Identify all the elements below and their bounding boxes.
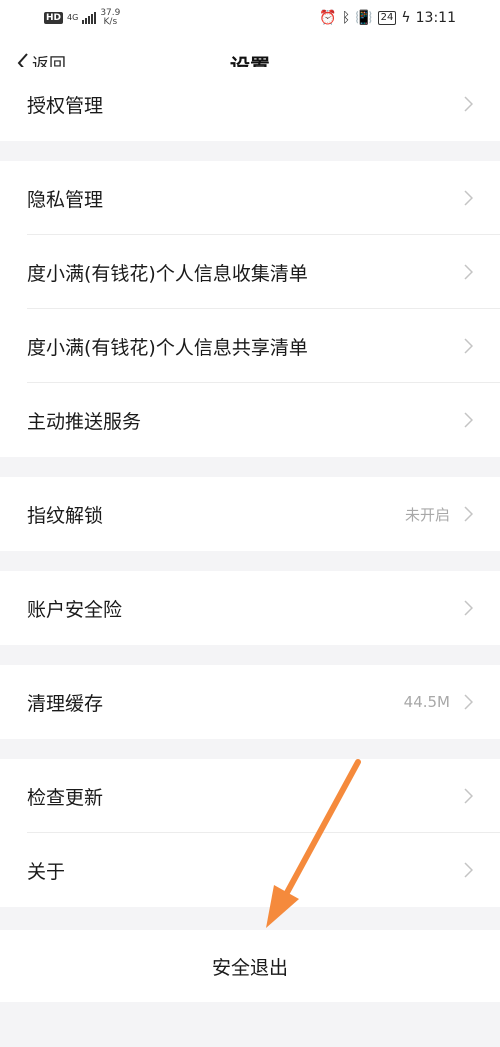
settings-item-label: 度小满(有钱花)个人信息收集清单	[27, 262, 308, 285]
settings-group-about: 检查更新 关于	[0, 759, 500, 907]
logout-button[interactable]: 安全退出	[0, 930, 500, 1002]
settings-item-label: 关于	[27, 860, 66, 883]
settings-item-label: 指纹解锁	[27, 504, 104, 527]
battery-level: 24	[377, 11, 397, 25]
settings-item-info-sharing-list[interactable]: 度小满(有钱花)个人信息共享清单	[0, 309, 500, 383]
chevron-right-icon	[464, 600, 473, 616]
status-left: HD 4G 37.9 K/s	[44, 9, 120, 27]
settings-item-clear-cache[interactable]: 清理缓存 44.5M	[0, 665, 500, 739]
hd-indicator: HD	[44, 12, 64, 24]
chevron-right-icon	[464, 694, 473, 710]
bluetooth-icon: ᛒ	[341, 10, 351, 26]
settings-item-fingerprint-unlock[interactable]: 指纹解锁 未开启	[0, 477, 500, 551]
settings-item-label: 清理缓存	[27, 692, 104, 715]
status-bar: HD 4G 37.9 K/s ⏰ ᛒ 📳 24 ϟ 13:11	[0, 0, 500, 36]
network-type: 4G	[67, 13, 79, 22]
settings-item-info-collection-list[interactable]: 度小满(有钱花)个人信息收集清单	[0, 235, 500, 309]
settings-item-check-update[interactable]: 检查更新	[0, 759, 500, 833]
vibrate-icon: 📳	[355, 10, 373, 26]
chevron-right-icon	[464, 264, 473, 280]
settings-item-label: 授权管理	[27, 94, 104, 117]
alarm-icon: ⏰	[319, 10, 337, 26]
chevron-right-icon	[464, 96, 473, 112]
settings-group-insurance: 账户安全险	[0, 571, 500, 645]
logout-label: 安全退出	[211, 956, 288, 979]
settings-item-account-insurance[interactable]: 账户安全险	[0, 571, 500, 645]
settings-item-label: 度小满(有钱花)个人信息共享清单	[27, 336, 308, 359]
signal-bars-icon	[82, 12, 97, 24]
settings-item-authorization[interactable]: 授权管理	[0, 67, 500, 141]
settings-item-label: 账户安全险	[27, 598, 123, 621]
settings-item-label: 隐私管理	[27, 188, 104, 211]
settings-group-privacy: 隐私管理 度小满(有钱花)个人信息收集清单 度小满(有钱花)个人信息共享清单 主…	[0, 161, 500, 457]
settings-item-label: 主动推送服务	[27, 410, 142, 433]
settings-item-label: 检查更新	[27, 786, 104, 809]
settings-item-push-service[interactable]: 主动推送服务	[0, 383, 500, 457]
settings-item-about[interactable]: 关于	[0, 833, 500, 907]
chevron-right-icon	[464, 338, 473, 354]
chevron-right-icon	[464, 190, 473, 206]
clock: 13:11	[415, 10, 456, 26]
status-right: ⏰ ᛒ 📳 24 ϟ 13:11	[319, 10, 456, 26]
settings-group-cache: 清理缓存 44.5M	[0, 665, 500, 739]
chevron-right-icon	[464, 788, 473, 804]
cache-size: 44.5M	[403, 693, 450, 711]
settings-item-privacy[interactable]: 隐私管理	[0, 161, 500, 235]
chevron-right-icon	[464, 506, 473, 522]
chevron-right-icon	[464, 862, 473, 878]
network-speed: 37.9 K/s	[100, 9, 120, 27]
charging-icon: ϟ	[401, 10, 411, 26]
fingerprint-status: 未开启	[404, 505, 450, 524]
network-speed-unit: K/s	[103, 17, 118, 27]
settings-group-authorization: 授权管理	[0, 67, 500, 141]
settings-group-fingerprint: 指纹解锁 未开启	[0, 477, 500, 551]
chevron-right-icon	[464, 412, 473, 428]
